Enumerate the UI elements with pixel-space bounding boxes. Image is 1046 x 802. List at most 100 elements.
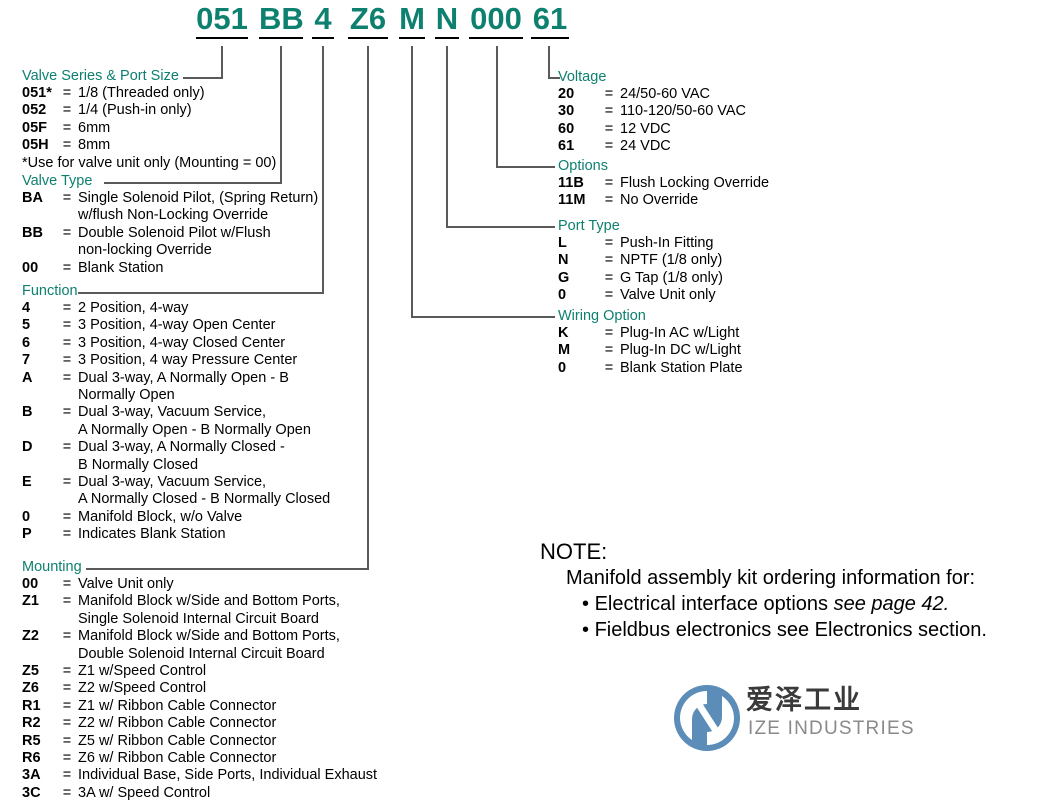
model-code-underline [312, 37, 334, 39]
spec-row: BA = Single Solenoid Pilot, (Spring Return… [22, 190, 352, 225]
spec-row-code: 05F [22, 119, 47, 136]
note-bullet-emphasis: see page 42. [833, 593, 950, 615]
model-code-text: 4 [314, 1, 332, 36]
spec-row-description: Double Solenoid Pilot w/Flush [78, 224, 271, 241]
spec-row-description-continued: B Normally Closed [78, 456, 199, 473]
spec-row-equals: = [62, 300, 72, 316]
spec-row: R6 = Z6 w/ Ribbon Cable Connector [22, 750, 382, 767]
spec-row-code: 3C [22, 784, 41, 801]
spec-row-code: BA [22, 190, 43, 206]
note-bullet-item: • Fieldbus electronics see Electronics s… [540, 617, 1040, 643]
spec-row-description: Z1 w/Speed Control [78, 663, 207, 680]
spec-row-code: K [558, 325, 569, 341]
spec-row-code: Z1 [22, 593, 39, 610]
spec-row-code: 20 [558, 86, 575, 102]
spec-row-code: N [558, 252, 569, 269]
note-bullet-text: Fieldbus electronics see Electronics sec… [594, 619, 987, 641]
spec-row: 11B = Flush Locking Override [558, 175, 858, 192]
connector-line-options-vertical [496, 46, 498, 167]
model-code-segment-2: BB [259, 2, 304, 39]
note-bullet-text: Electrical interface options [594, 593, 834, 615]
model-code-segment-3: 4 [312, 2, 334, 39]
note-subtitle: Manifold assembly kit ordering informati… [566, 567, 976, 589]
spec-row-code: 30 [558, 103, 575, 120]
spec-row-equals: = [62, 732, 72, 749]
spec-row-equals: = [62, 750, 72, 767]
spec-row-equals: = [62, 784, 72, 801]
model-code-text: N [435, 1, 459, 36]
section-voltage: Voltage 20 = 24/50-60 VAC 30 = 110-120/50-60 … [558, 69, 858, 156]
model-code-text: Z6 [349, 1, 387, 36]
spec-row: E = Dual 3-way, Vacuum Service, A Normally … [22, 474, 362, 509]
spec-row-description: 3 Position, 4-way Closed Center [78, 334, 286, 351]
spec-row: 6 = 3 Position, 4-way Closed Center [22, 335, 362, 352]
spec-row-description: 110-120/50-60 VAC [620, 103, 747, 120]
spec-row-equals: = [62, 474, 72, 491]
spec-row-code: 6 [22, 334, 31, 351]
note-block: NOTE: Manifold assembly kit ordering inf… [540, 538, 1040, 643]
spec-row-line: R5 = Z5 w/ Ribbon Cable Connector [22, 733, 382, 750]
spec-row: Z1 = Manifold Block w/Side and Bottom Port… [22, 593, 382, 628]
spec-row: P = Indicates Blank Station [22, 526, 362, 543]
spec-row-description: Z6 w/ Ribbon Cable Connector [78, 750, 277, 767]
section-title-function: Function [22, 283, 78, 299]
spec-row: BB = Double Solenoid Pilot w/Flush non-lock… [22, 225, 352, 260]
spec-row-code: 5 [22, 317, 31, 334]
spec-row-line: 11M = No Override [558, 192, 858, 209]
spec-row-description: NPTF (1/8 only) [620, 252, 723, 269]
spec-row-line: M = Plug-In DC w/Light [558, 342, 858, 359]
spec-row-description: Z5 w/ Ribbon Cable Connector [78, 732, 277, 749]
spec-row-line: R2 = Z2 w/ Ribbon Cable Connector [22, 715, 382, 732]
spec-row-equals: = [62, 439, 72, 456]
spec-row-equals: = [604, 252, 614, 269]
spec-row-description: 1/4 (Push-in only) [78, 102, 192, 119]
spec-row-line: 0 = Manifold Block, w/o Valve [22, 509, 362, 526]
spec-row-equals: = [604, 192, 614, 209]
spec-row-description: Indicates Blank Station [78, 526, 226, 543]
spec-row-equals: = [604, 86, 614, 102]
spec-row-description: Blank Station Plate [620, 359, 743, 376]
model-code-text: 000 [470, 1, 522, 36]
spec-row-equals: = [62, 526, 72, 543]
spec-row-equals: = [62, 190, 72, 206]
spec-row-code: R1 [22, 697, 41, 714]
connector-line-port-type-horizontal [446, 226, 555, 228]
spec-row: D = Dual 3-way, A Normally Closed -B Norma… [22, 439, 362, 474]
spec-row-description: Plug-In DC w/Light [620, 342, 741, 359]
model-code-text: 61 [532, 1, 568, 36]
wiring-option-rows: K = Plug-In AC w/Light M = Plug-In DC w/Light… [558, 325, 858, 377]
spec-row: B = Dual 3-way, Vacuum Service, A Normally … [22, 404, 362, 439]
spec-row-line: 00 = Valve Unit only [22, 576, 382, 593]
spec-row-description: 3 Position, 4-way Open Center [78, 317, 276, 334]
valve-series-footnote: *Use for valve unit only (Mounting = 00) [22, 154, 277, 171]
spec-row-code: 4 [22, 300, 31, 316]
spec-row-description: G Tap (1/8 only) [620, 269, 723, 286]
spec-row-line: 20 = 24/50-60 VAC [558, 86, 858, 103]
spec-row-code: 3A [22, 767, 41, 784]
spec-row-code: E [22, 474, 32, 491]
spec-row: M = Plug-In DC w/Light [558, 342, 858, 359]
spec-row: 05F = 6mm [22, 120, 322, 137]
section-title-valve-series: Valve Series & Port Size [22, 68, 179, 84]
spec-row-equals: = [62, 369, 72, 386]
spec-row-code: Z5 [22, 663, 39, 680]
spec-row-description: 1/8 (Threaded only) [78, 85, 205, 101]
spec-row-code: 05H [22, 137, 49, 154]
spec-row: 00 = Blank Station [22, 260, 352, 277]
spec-row-code: 0 [558, 287, 567, 304]
spec-row-code: 11B [558, 175, 584, 191]
spec-row: R5 = Z5 w/ Ribbon Cable Connector [22, 733, 382, 750]
spec-row-code: 7 [22, 352, 31, 369]
spec-row-line: BB = Double Solenoid Pilot w/Flush [22, 225, 352, 242]
spec-row-code: B [22, 404, 33, 421]
spec-row-code: 0 [22, 508, 31, 525]
spec-row-description: Dual 3-way, A Normally Closed - [78, 439, 285, 456]
spec-row-code: R6 [22, 750, 41, 767]
spec-row-equals: = [62, 593, 72, 610]
spec-row: Z2 = Manifold Block w/Side and Bottom Port… [22, 628, 382, 663]
spec-row-code: 052 [22, 102, 47, 119]
spec-row-code: R5 [22, 732, 41, 749]
spec-row-code: A [22, 369, 33, 386]
spec-row-line: B = Dual 3-way, Vacuum Service, [22, 404, 362, 421]
spec-row-description: Z1 w/ Ribbon Cable Connector [78, 697, 277, 714]
